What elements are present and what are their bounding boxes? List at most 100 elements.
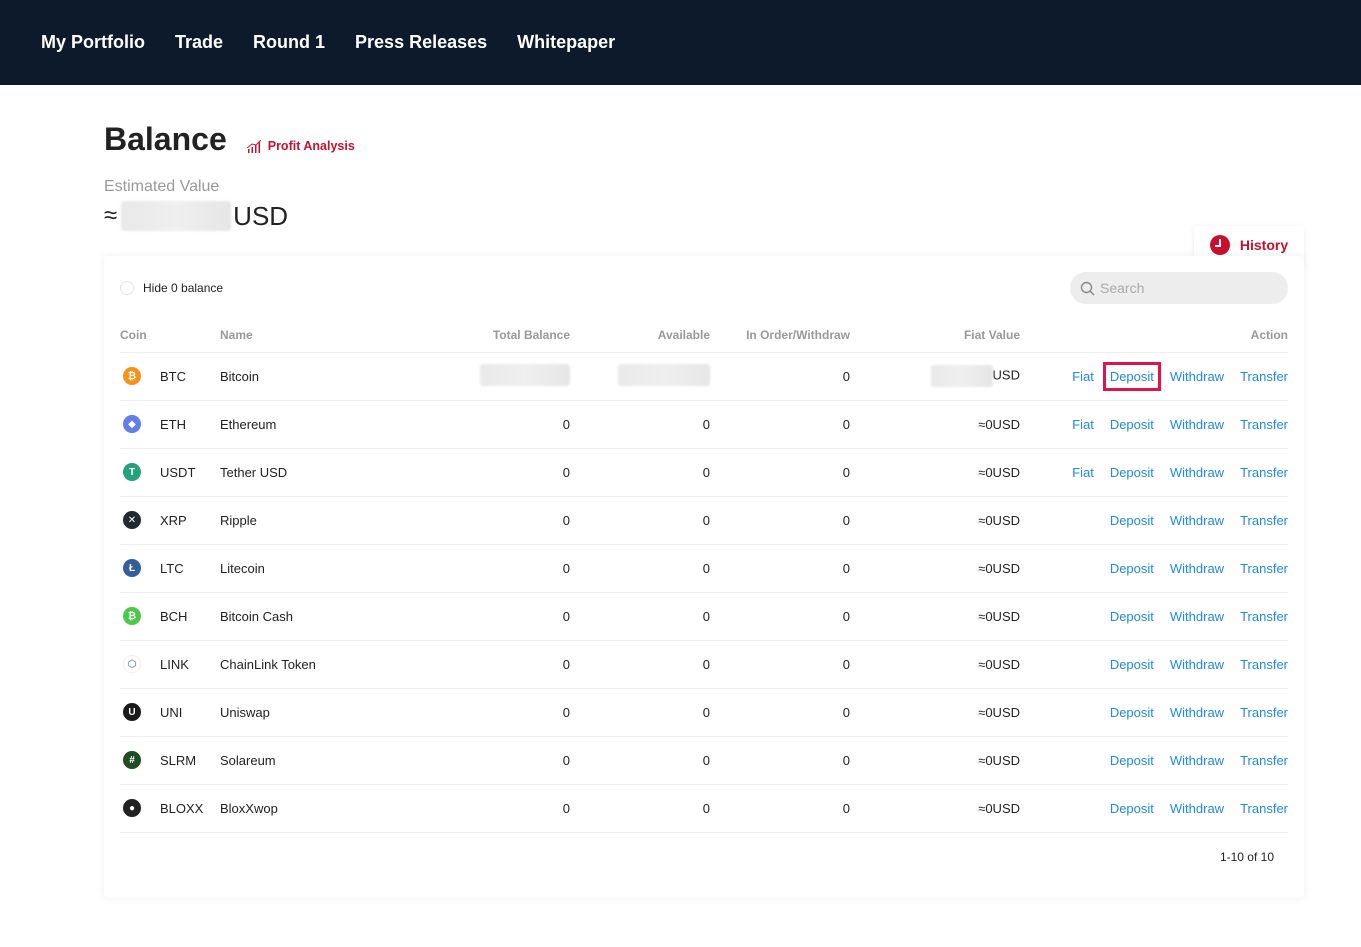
total-balance: 0 bbox=[420, 784, 570, 833]
table-body: ₿ BTC Bitcoin 0 USD Fiat Deposit Withdraw Transf… bbox=[120, 352, 1288, 833]
hide-zero-balance-toggle[interactable]: Hide 0 balance bbox=[120, 281, 223, 295]
transfer-link[interactable]: Transfer bbox=[1240, 417, 1288, 432]
nav-round-1[interactable]: Round 1 bbox=[253, 32, 325, 53]
in-order-balance: 0 bbox=[710, 400, 850, 449]
deposit-link[interactable]: Deposit bbox=[1110, 561, 1154, 576]
total-balance: 0 bbox=[420, 688, 570, 737]
estimated-value: ≈ USD bbox=[104, 200, 1304, 232]
fiat-value-text: ≈0USD bbox=[978, 800, 1020, 816]
estimated-value-label: Estimated Value bbox=[104, 178, 220, 195]
uniswap-icon: U bbox=[123, 703, 141, 721]
withdraw-link[interactable]: Withdraw bbox=[1170, 657, 1224, 672]
coin-cell: # SLRM bbox=[120, 736, 220, 785]
coin-name: Tether USD bbox=[220, 448, 420, 497]
withdraw-link[interactable]: Withdraw bbox=[1170, 801, 1224, 816]
withdraw-link[interactable]: Withdraw bbox=[1170, 417, 1224, 432]
coin-cell: ◆ ETH bbox=[120, 400, 220, 449]
table-row: ✕ XRP Ripple 0 0 0 ≈0USD Deposit Withdraw Transfe… bbox=[120, 496, 1288, 545]
ripple-icon: ✕ bbox=[123, 511, 141, 529]
withdraw-link[interactable]: Withdraw bbox=[1170, 513, 1224, 528]
search-icon bbox=[1080, 281, 1095, 295]
available-balance: 0 bbox=[570, 688, 710, 737]
transfer-link[interactable]: Transfer bbox=[1240, 561, 1288, 576]
profit-analysis-link[interactable]: Profit Analysis bbox=[246, 139, 355, 153]
in-order-balance: 0 bbox=[710, 448, 850, 497]
transfer-link[interactable]: Transfer bbox=[1240, 801, 1288, 816]
in-order-balance: 0 bbox=[710, 496, 850, 545]
total-balance: 0 bbox=[420, 400, 570, 449]
table-row: ₿ BTC Bitcoin 0 USD Fiat Deposit Withdraw Transf… bbox=[120, 352, 1288, 401]
coin-cell: ₿ BCH bbox=[120, 592, 220, 641]
header-action: Action bbox=[1020, 318, 1288, 353]
coin-cell: ✕ XRP bbox=[120, 496, 220, 545]
coin-cell: ● BLOXX bbox=[120, 784, 220, 833]
withdraw-link[interactable]: Withdraw bbox=[1170, 609, 1224, 624]
nav-whitepaper[interactable]: Whitepaper bbox=[517, 32, 615, 53]
fiat-value: ≈0USD bbox=[850, 784, 1020, 833]
deposit-link[interactable]: Deposit bbox=[1102, 361, 1161, 391]
available-redacted bbox=[618, 363, 710, 386]
deposit-link[interactable]: Deposit bbox=[1110, 417, 1154, 432]
fiat-value: ≈0USD bbox=[850, 640, 1020, 689]
transfer-link[interactable]: Transfer bbox=[1240, 465, 1288, 480]
deposit-link[interactable]: Deposit bbox=[1110, 465, 1154, 480]
pagination-info: 1-10 of 10 bbox=[1219, 850, 1274, 864]
transfer-link[interactable]: Transfer bbox=[1240, 609, 1288, 624]
coin-name: Litecoin bbox=[220, 544, 420, 593]
fiat-link[interactable]: Fiat bbox=[1072, 369, 1094, 384]
balance-toolbar: Hide 0 balance bbox=[120, 272, 1288, 304]
transfer-link[interactable]: Transfer bbox=[1240, 369, 1288, 384]
coin-symbol: UNI bbox=[160, 704, 183, 720]
fiat-value-text: ≈0USD bbox=[978, 752, 1020, 768]
nav-press-releases[interactable]: Press Releases bbox=[355, 32, 487, 53]
total-balance: 0 bbox=[420, 496, 570, 545]
search-input[interactable] bbox=[1100, 280, 1270, 296]
coin-symbol: SLRM bbox=[160, 752, 197, 768]
coin-name: Ripple bbox=[220, 496, 420, 545]
deposit-link[interactable]: Deposit bbox=[1110, 753, 1154, 768]
hide-zero-radio[interactable] bbox=[120, 281, 134, 295]
transfer-link[interactable]: Transfer bbox=[1240, 513, 1288, 528]
history-label: History bbox=[1239, 237, 1289, 253]
coin-symbol: ETH bbox=[160, 416, 186, 432]
fiat-value-text: ≈0USD bbox=[978, 560, 1020, 576]
withdraw-link[interactable]: Withdraw bbox=[1170, 465, 1224, 480]
deposit-link[interactable]: Deposit bbox=[1110, 657, 1154, 672]
deposit-link[interactable]: Deposit bbox=[1110, 801, 1154, 816]
coin-name: Solareum bbox=[220, 736, 420, 785]
header-fiat-value: Fiat Value bbox=[850, 318, 1020, 353]
transfer-link[interactable]: Transfer bbox=[1240, 753, 1288, 768]
coin-symbol: LINK bbox=[160, 656, 189, 672]
fiat-value: ≈0USD bbox=[850, 544, 1020, 593]
fiat-value-text: ≈0USD bbox=[978, 656, 1020, 672]
action-cell: Fiat Deposit Withdraw Transfer bbox=[1020, 400, 1288, 449]
search-box[interactable] bbox=[1070, 272, 1288, 304]
in-order-balance: 0 bbox=[710, 352, 850, 401]
fiat-link[interactable]: Fiat bbox=[1072, 417, 1094, 432]
transfer-link[interactable]: Transfer bbox=[1240, 657, 1288, 672]
deposit-link[interactable]: Deposit bbox=[1110, 513, 1154, 528]
available-balance: 0 bbox=[570, 448, 710, 497]
available-balance: 0 bbox=[570, 400, 710, 449]
fiat-value: ≈0USD bbox=[850, 736, 1020, 785]
withdraw-link[interactable]: Withdraw bbox=[1170, 753, 1224, 768]
nav-my-portfolio[interactable]: My Portfolio bbox=[41, 32, 145, 53]
table-row: # SLRM Solareum 0 0 0 ≈0USD Deposit Withdraw Tran… bbox=[120, 736, 1288, 785]
fiat-link[interactable]: Fiat bbox=[1072, 465, 1094, 480]
nav-trade[interactable]: Trade bbox=[175, 32, 223, 53]
header-available: Available bbox=[570, 318, 710, 353]
withdraw-link[interactable]: Withdraw bbox=[1170, 369, 1224, 384]
header-total-balance: Total Balance bbox=[420, 318, 570, 353]
solareum-icon: # bbox=[123, 751, 141, 769]
fiat-value-text: ≈0USD bbox=[978, 704, 1020, 720]
available-balance: 0 bbox=[570, 544, 710, 593]
in-order-balance: 0 bbox=[710, 784, 850, 833]
withdraw-link[interactable]: Withdraw bbox=[1170, 705, 1224, 720]
deposit-link[interactable]: Deposit bbox=[1110, 609, 1154, 624]
deposit-link[interactable]: Deposit bbox=[1110, 705, 1154, 720]
table-row: ⬡ LINK ChainLink Token 0 0 0 ≈0USD Deposit Withd… bbox=[120, 640, 1288, 689]
chainlink-icon: ⬡ bbox=[123, 655, 141, 673]
transfer-link[interactable]: Transfer bbox=[1240, 705, 1288, 720]
coin-cell: T USDT bbox=[120, 448, 220, 497]
withdraw-link[interactable]: Withdraw bbox=[1170, 561, 1224, 576]
